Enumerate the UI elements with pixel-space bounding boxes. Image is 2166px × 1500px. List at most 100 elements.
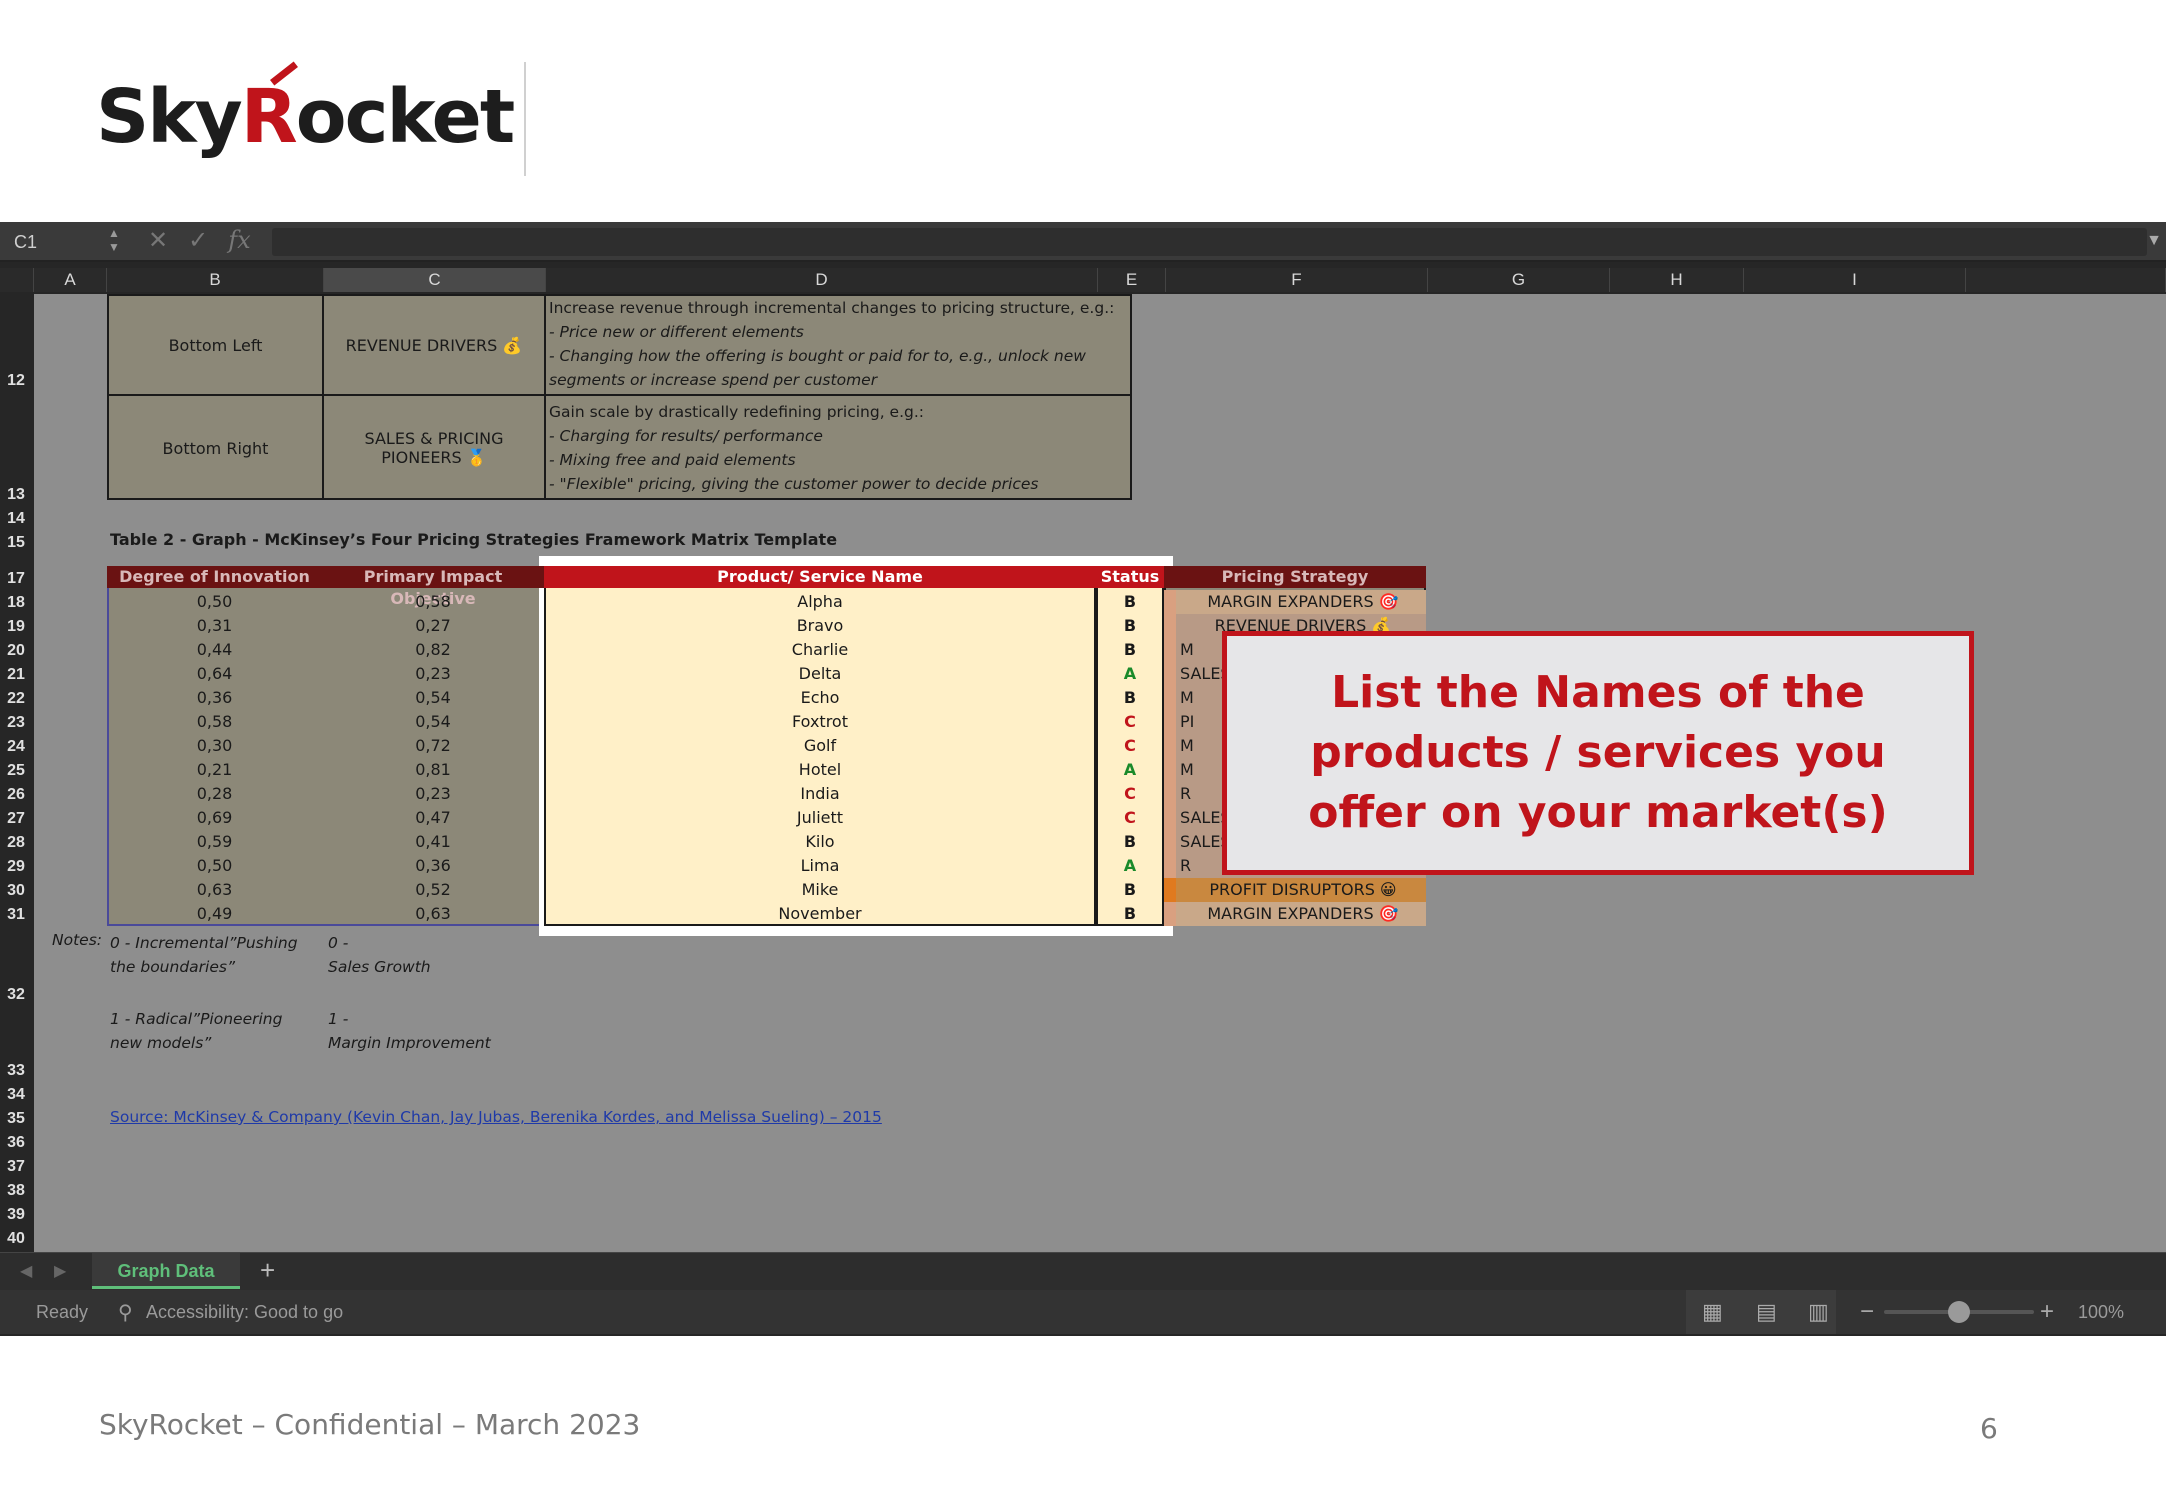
row-header[interactable]: 30 [0,882,32,900]
name-box[interactable]: C1 [8,228,124,256]
status-cell[interactable]: A [1096,854,1164,878]
source-link[interactable]: Source: McKinsey & Company (Kevin Chan, … [110,1108,882,1126]
innovation-cell[interactable]: 0,30 [107,734,322,758]
column-header-h[interactable]: H [1610,268,1744,292]
product-name-cell[interactable]: Juliett [544,806,1096,830]
row-header[interactable]: 40 [0,1230,32,1248]
column-header-b[interactable]: B [107,268,324,292]
row-header[interactable]: 31 [0,906,32,924]
header-primary-impact-objective[interactable]: Primary Impact Objective [322,566,544,608]
status-cell[interactable]: B [1096,902,1164,926]
column-header-a[interactable]: A [34,268,107,292]
status-cell[interactable]: C [1096,806,1164,830]
impact-cell[interactable]: 0,58 [322,590,544,614]
innovation-cell[interactable]: 0,59 [107,830,322,854]
add-sheet-button[interactable]: + [260,1255,275,1286]
impact-cell[interactable]: 0,54 [322,686,544,710]
fx-icon[interactable]: fx [228,226,250,255]
pricing-strategy-cell[interactable]: MARGIN EXPANDERS 🎯 [1164,590,1426,614]
column-header-c[interactable]: C [324,268,546,292]
status-cell[interactable]: A [1096,662,1164,686]
notes-label[interactable]: Notes: [52,931,102,949]
row-header[interactable]: 28 [0,834,32,852]
note-innovation-1[interactable]: 1 - Radical”Pioneering new models” [110,1007,282,1055]
impact-cell[interactable]: 0,63 [322,902,544,926]
row-header[interactable]: 29 [0,858,32,876]
product-name-cell[interactable]: Alpha [544,590,1096,614]
row-header[interactable]: 19 [0,618,32,636]
product-name-cell[interactable]: Bravo [544,614,1096,638]
product-name-cell[interactable]: Foxtrot [544,710,1096,734]
status-cell[interactable]: B [1096,878,1164,902]
product-name-cell[interactable]: Mike [544,878,1096,902]
row-header[interactable]: 13 [0,486,32,504]
product-name-cell[interactable]: Echo [544,686,1096,710]
impact-cell[interactable]: 0,52 [322,878,544,902]
row-header[interactable]: 18 [0,594,32,612]
impact-cell[interactable]: 0,54 [322,710,544,734]
column-header-e[interactable]: E [1098,268,1166,292]
sheet-tab-graph-data[interactable]: Graph Data [92,1253,240,1289]
row-header[interactable]: 35 [0,1110,32,1128]
formula-input[interactable] [272,228,2147,256]
row-header[interactable]: 12 [0,372,32,390]
header-product-service-name[interactable]: Product/ Service Name [544,566,1096,588]
scroll-left-icon[interactable]: ◀ [20,1261,32,1281]
row-header[interactable]: 22 [0,690,32,708]
impact-cell[interactable]: 0,41 [322,830,544,854]
product-name-cell[interactable]: India [544,782,1096,806]
product-name-cell[interactable]: November [544,902,1096,926]
impact-cell[interactable]: 0,23 [322,662,544,686]
row-header[interactable]: 38 [0,1182,32,1200]
row-header[interactable]: 17 [0,570,32,588]
table2-title[interactable]: Table 2 - Graph - McKinsey’s Four Pricin… [110,530,837,549]
chevron-down-icon[interactable]: ▼ [2146,232,2162,250]
row-header[interactable]: 26 [0,786,32,804]
column-header-d[interactable]: D [546,268,1098,292]
table1-strategy-cell[interactable]: SALES & PRICING PIONEERS 🥇 [324,396,546,500]
innovation-cell[interactable]: 0,44 [107,638,322,662]
status-cell[interactable]: B [1096,638,1164,662]
impact-cell[interactable]: 0,72 [322,734,544,758]
column-header-i[interactable]: I [1744,268,1966,292]
impact-cell[interactable]: 0,23 [322,782,544,806]
zoom-in-button[interactable]: + [2040,1298,2054,1326]
status-cell[interactable]: A [1096,758,1164,782]
row-header[interactable]: 24 [0,738,32,756]
status-cell[interactable]: B [1096,614,1164,638]
innovation-cell[interactable]: 0,64 [107,662,322,686]
row-header[interactable]: 36 [0,1134,32,1152]
product-name-cell[interactable]: Hotel [544,758,1096,782]
page-layout-view-icon[interactable]: ▤ [1756,1299,1777,1325]
status-cell[interactable]: C [1096,782,1164,806]
product-name-cell[interactable]: Kilo [544,830,1096,854]
zoom-out-button[interactable]: − [1860,1298,1874,1326]
innovation-cell[interactable]: 0,50 [107,590,322,614]
table1-description-cell[interactable]: Increase revenue through incremental cha… [546,296,1132,396]
row-header[interactable]: 14 [0,510,32,528]
row-header[interactable]: 34 [0,1086,32,1104]
product-name-cell[interactable]: Charlie [544,638,1096,662]
status-cell[interactable]: C [1096,734,1164,758]
product-name-cell[interactable]: Golf [544,734,1096,758]
row-header[interactable]: 15 [0,534,32,552]
product-name-cell[interactable]: Delta [544,662,1096,686]
innovation-cell[interactable]: 0,28 [107,782,322,806]
status-cell[interactable]: B [1096,590,1164,614]
innovation-cell[interactable]: 0,50 [107,854,322,878]
name-box-stepper[interactable]: ▲ ▼ [108,226,120,254]
innovation-cell[interactable]: 0,69 [107,806,322,830]
impact-cell[interactable]: 0,47 [322,806,544,830]
zoom-slider-thumb[interactable] [1948,1301,1970,1323]
accessibility-status[interactable]: Accessibility: Good to go [146,1302,343,1323]
innovation-cell[interactable]: 0,21 [107,758,322,782]
header-degree-of-innovation[interactable]: Degree of Innovation [107,566,322,588]
impact-cell[interactable]: 0,27 [322,614,544,638]
select-all-corner[interactable] [0,268,34,292]
row-header[interactable]: 25 [0,762,32,780]
column-header-g[interactable]: G [1428,268,1610,292]
table1-position-cell[interactable]: Bottom Right [109,396,324,500]
row-header[interactable]: 32 [0,986,32,1004]
pricing-strategy-cell[interactable]: PROFIT DISRUPTORS 😀 [1164,878,1426,902]
table1-strategy-cell[interactable]: REVENUE DRIVERS 💰 [324,296,546,396]
